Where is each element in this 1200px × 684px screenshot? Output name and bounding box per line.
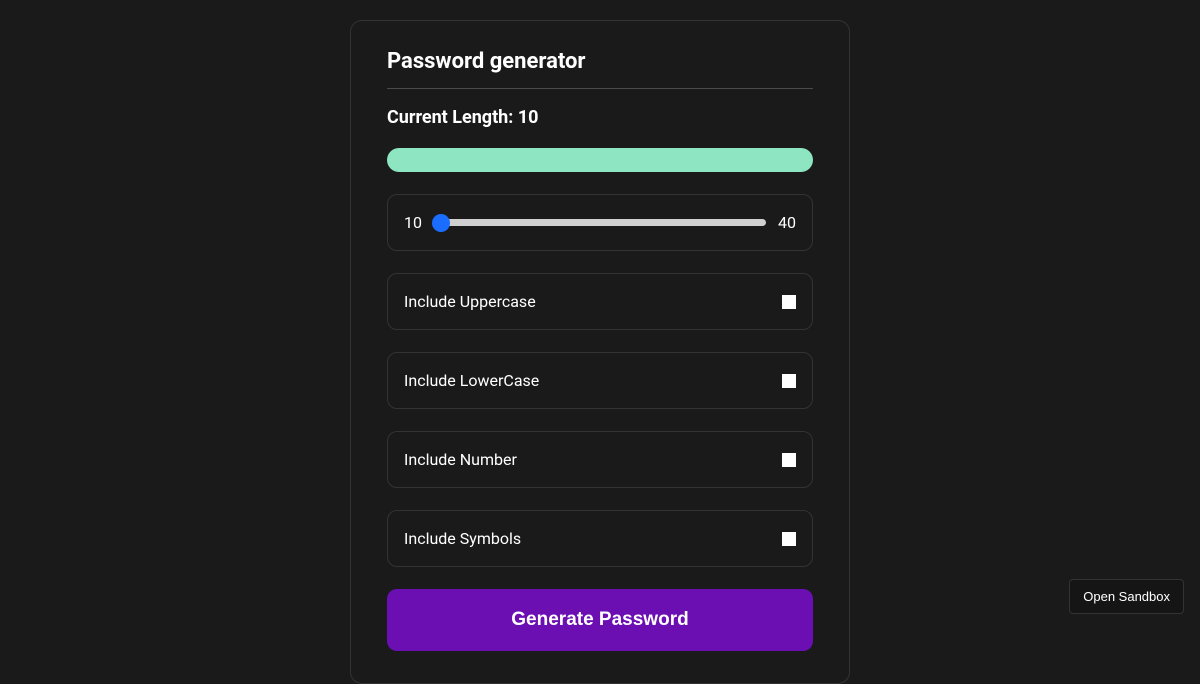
length-label-prefix: Current Length: (387, 107, 518, 128)
number-checkbox[interactable] (782, 453, 796, 467)
option-symbols: Include Symbols (387, 510, 813, 567)
length-label: Current Length: 10 (387, 107, 813, 128)
length-slider[interactable] (434, 219, 766, 226)
password-generator-card: Password generator Current Length: 10 10… (350, 20, 850, 684)
option-label: Include LowerCase (404, 371, 539, 390)
option-uppercase: Include Uppercase (387, 273, 813, 330)
lowercase-checkbox[interactable] (782, 374, 796, 388)
option-lowercase: Include LowerCase (387, 352, 813, 409)
slider-max-label: 40 (778, 213, 796, 232)
open-sandbox-button[interactable]: Open Sandbox (1069, 579, 1184, 614)
option-label: Include Number (404, 450, 517, 469)
password-output (387, 148, 813, 172)
option-label: Include Symbols (404, 529, 521, 548)
symbols-checkbox[interactable] (782, 532, 796, 546)
generate-button[interactable]: Generate Password (387, 589, 813, 651)
uppercase-checkbox[interactable] (782, 295, 796, 309)
option-label: Include Uppercase (404, 292, 536, 311)
length-value: 10 (518, 107, 539, 128)
option-number: Include Number (387, 431, 813, 488)
slider-min-label: 10 (404, 213, 422, 232)
card-title: Password generator (387, 49, 813, 89)
length-slider-container: 10 40 (387, 194, 813, 251)
slider-thumb[interactable] (432, 214, 450, 232)
